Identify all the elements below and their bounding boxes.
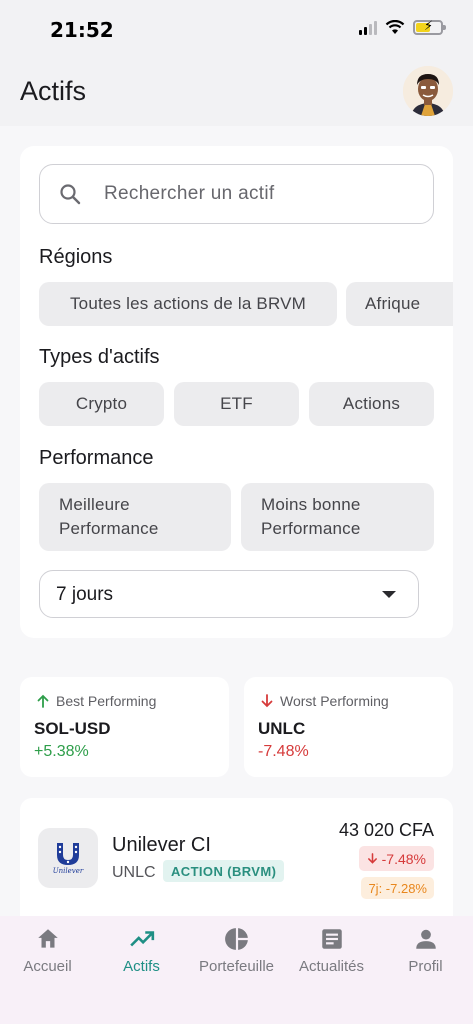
app-header: Actifs xyxy=(0,60,473,126)
worst-performing-header: Worst Performing xyxy=(260,693,389,709)
chip-worst-performance[interactable]: Moins bonne Performance xyxy=(241,483,434,551)
trending-up-icon xyxy=(129,931,154,947)
best-performing-change: +5.38% xyxy=(34,743,89,760)
asset-type-badge: ACTION (BRVM) xyxy=(163,860,285,882)
status-time: 21:52 xyxy=(50,18,114,42)
best-performing-card[interactable]: Best Performing SOL-USD +5.38% xyxy=(20,677,229,777)
status-icons: ⚡ xyxy=(359,19,446,35)
best-performing-header: Best Performing xyxy=(36,693,156,709)
nav-item-actualites[interactable]: Actualités xyxy=(284,926,379,975)
bottom-navigation: Accueil Actifs Portefeuille Actualités P… xyxy=(0,916,473,1024)
chip-type-etf[interactable]: ETF xyxy=(174,382,299,426)
nav-item-actifs[interactable]: Actifs xyxy=(94,926,189,975)
worst-performing-ticker: UNLC xyxy=(258,719,306,738)
performance-label: Performance xyxy=(39,447,154,469)
article-icon xyxy=(321,929,342,949)
chip-type-actions[interactable]: Actions xyxy=(309,382,434,426)
nav-label: Profil xyxy=(408,958,443,975)
main-content: Régions Toutes les actions de la BRVM Af… xyxy=(0,126,473,928)
arrow-up-icon xyxy=(37,694,49,708)
nav-item-accueil[interactable]: Accueil xyxy=(0,926,95,975)
regions-label: Régions xyxy=(39,246,113,268)
avatar-illustration xyxy=(403,66,453,116)
cellular-signal-icon xyxy=(359,20,377,35)
nav-item-profil[interactable]: Profil xyxy=(378,926,473,975)
chip-best-performance[interactable]: Meilleure Performance xyxy=(39,483,231,551)
person-icon xyxy=(415,929,436,949)
worst-performing-label: Worst Performing xyxy=(280,693,389,709)
dropdown-caret-icon xyxy=(382,591,396,598)
avatar[interactable] xyxy=(403,66,453,116)
nav-label: Actifs xyxy=(123,958,160,975)
asset-list-item[interactable]: Unilever Unilever CI UNLC ACTION (BRVM) … xyxy=(20,798,453,928)
chip-region-afrique[interactable]: Afrique xyxy=(346,282,453,326)
page-title: Actifs xyxy=(20,76,87,106)
worst-performing-change: -7.48% xyxy=(258,743,309,760)
arrow-down-icon xyxy=(367,853,377,864)
battery-icon: ⚡ xyxy=(413,19,446,35)
nav-label: Portefeuille xyxy=(198,958,275,975)
worst-performing-card[interactable]: Worst Performing UNLC -7.48% xyxy=(244,677,453,777)
status-bar: 21:52 ⚡ xyxy=(0,0,473,60)
filter-card: Régions Toutes les actions de la BRVM Af… xyxy=(20,146,453,638)
asset-price: 43 020 CFA xyxy=(338,820,434,840)
asset-ticker: UNLC xyxy=(112,864,156,881)
best-performing-ticker: SOL-USD xyxy=(34,719,111,738)
nav-label: Actualités xyxy=(298,958,365,975)
chip-type-crypto[interactable]: Crypto xyxy=(39,382,164,426)
period-dropdown[interactable]: 7 jours xyxy=(39,570,419,618)
search-box[interactable] xyxy=(39,164,434,224)
arrow-down-icon xyxy=(261,694,273,708)
asset-types-label: Types d'actifs xyxy=(39,346,160,368)
search-input[interactable] xyxy=(104,179,414,209)
asset-change-value: -7.48% xyxy=(381,850,426,867)
pie-chart-icon xyxy=(224,928,248,950)
wifi-icon xyxy=(385,20,405,34)
asset-change-badge: -7.48% xyxy=(358,846,434,871)
search-icon xyxy=(60,184,81,205)
home-icon xyxy=(37,929,58,948)
asset-name: Unilever CI xyxy=(112,834,211,856)
nav-label: Accueil xyxy=(23,958,72,975)
chip-region-brvm[interactable]: Toutes les actions de la BRVM xyxy=(39,282,337,326)
unilever-logo: Unilever xyxy=(38,828,98,888)
asset-change-7d-badge: 7j: -7.28% xyxy=(361,877,434,899)
nav-item-portefeuille[interactable]: Portefeuille xyxy=(189,926,284,975)
best-performing-label: Best Performing xyxy=(56,693,157,709)
logo-wordmark: Unilever xyxy=(52,867,84,875)
period-dropdown-value: 7 jours xyxy=(56,584,114,605)
